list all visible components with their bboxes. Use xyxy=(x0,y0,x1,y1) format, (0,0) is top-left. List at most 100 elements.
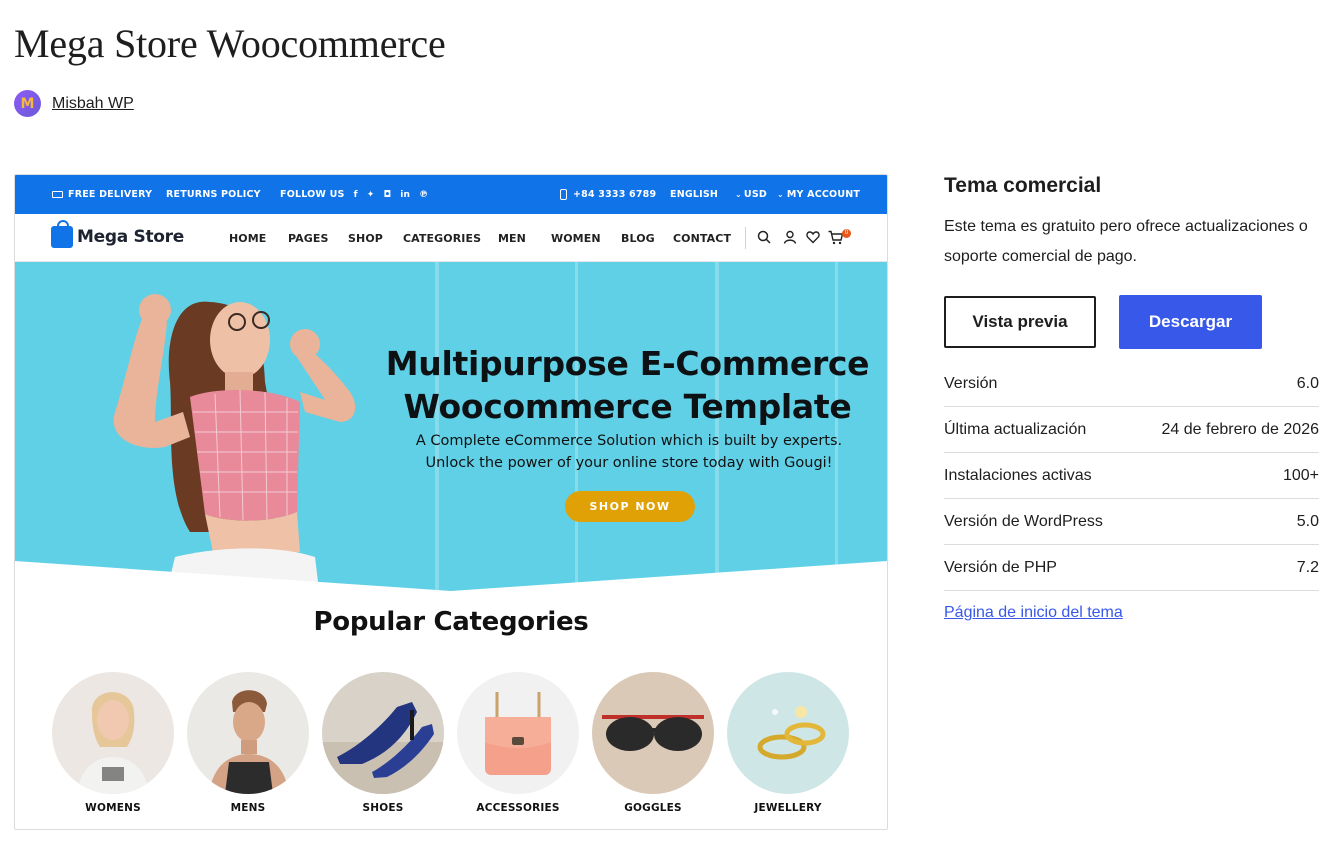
goggles-photo xyxy=(592,672,714,794)
meta-label: Última actualización xyxy=(944,420,1087,438)
demo-hero: Multipurpose E-Commerce Woocommerce Temp… xyxy=(15,262,887,598)
category-accessories: ACCESSORIES xyxy=(456,672,580,814)
truck-icon xyxy=(52,191,63,198)
commercial-theme-title: Tema comercial xyxy=(944,174,1102,197)
theme-title: Mega Store Woocommerce xyxy=(14,21,446,66)
hero-title: Multipurpose E-Commerce Woocommerce Temp… xyxy=(345,342,887,428)
category-shoes: SHOES xyxy=(321,672,445,814)
accessories-photo xyxy=(457,672,579,794)
preview-button[interactable]: Vista previa xyxy=(944,296,1096,348)
free-delivery-label: FREE DELIVERY xyxy=(68,189,153,200)
hero-subtitle-line2: Unlock the power of your online store to… xyxy=(425,455,833,471)
free-delivery: FREE DELIVERY xyxy=(52,189,152,200)
shoes-photo xyxy=(322,672,444,794)
popular-categories-title: Popular Categories xyxy=(313,607,589,637)
follow-us: FOLLOW US f ✦ ◘ in ℗ xyxy=(280,189,428,200)
meta-label: Versión de WordPress xyxy=(944,512,1103,530)
logo-text: Mega Store xyxy=(77,227,184,247)
author-row: M Misbah WP xyxy=(14,90,134,117)
demo-navbar: Mega Store HOME PAGES SHOP CATEGORIES ME… xyxy=(15,214,887,262)
cart-count-badge: 0 xyxy=(842,229,851,238)
category-mens: MENS xyxy=(186,672,310,814)
meta-row-last-updated: Última actualización 24 de febrero de 20… xyxy=(944,407,1319,453)
meta-label: Instalaciones activas xyxy=(944,466,1092,484)
nav-divider xyxy=(745,227,746,249)
user-icon xyxy=(783,230,797,244)
currency: ⌄ USD xyxy=(735,189,767,200)
facebook-icon: f xyxy=(353,189,358,200)
meta-row-version: Versión 6.0 xyxy=(944,361,1319,407)
instagram-icon: ◘ xyxy=(383,189,392,200)
meta-label: Versión de PHP xyxy=(944,558,1057,576)
nav-shop: SHOP xyxy=(348,232,383,245)
account: ⌄ MY ACCOUNT xyxy=(777,189,860,200)
category-goggles: GOGGLES xyxy=(591,672,715,814)
category-label: MENS xyxy=(230,802,266,814)
commercial-theme-description: Este tema es gratuito pero ofrece actual… xyxy=(944,218,1308,265)
nav-men: MEN xyxy=(498,232,526,245)
category-image xyxy=(592,672,714,794)
language: ENGLISH xyxy=(670,189,719,200)
shop-now-button: SHOP NOW xyxy=(565,491,695,522)
category-image xyxy=(52,672,174,794)
hero-subtitle: A Complete eCommerce Solution which is b… xyxy=(400,430,858,474)
meta-value: 6.0 xyxy=(1296,374,1319,392)
womens-photo xyxy=(52,672,174,794)
theme-screenshot: FREE DELIVERY RETURNS POLICY FOLLOW US f… xyxy=(14,174,888,830)
category-label: JEWELLERY xyxy=(754,802,822,814)
theme-info-panel: Tema comercial Este tema es gratuito per… xyxy=(944,174,1319,622)
category-label: GOGGLES xyxy=(624,802,682,814)
currency-label: USD xyxy=(743,189,767,200)
follow-us-label: FOLLOW US xyxy=(280,189,345,200)
theme-homepage-link[interactable]: Página de inicio del tema xyxy=(944,604,1319,622)
jewellery-photo xyxy=(727,672,849,794)
pinterest-icon: ℗ xyxy=(419,189,429,200)
author-link[interactable]: Misbah WP xyxy=(52,95,134,113)
category-image xyxy=(187,672,309,794)
meta-label: Versión xyxy=(944,374,998,392)
category-label: SHOES xyxy=(362,802,404,814)
chevron-down-icon: ⌄ xyxy=(777,190,784,199)
hero-title-line2: Woocommerce Template xyxy=(403,387,852,426)
shopping-bag-icon xyxy=(51,220,73,248)
meta-row-php-version: Versión de PHP 7.2 xyxy=(944,545,1319,591)
category-jewellery: JEWELLERY xyxy=(726,672,850,814)
phone: +84 3333 6789 xyxy=(560,189,656,200)
meta-value: 7.2 xyxy=(1296,558,1319,576)
category-label: ACCESSORIES xyxy=(476,802,560,814)
meta-value: 100+ xyxy=(1282,466,1319,484)
hero-subtitle-line1: A Complete eCommerce Solution which is b… xyxy=(415,433,843,449)
meta-row-wordpress-version: Versión de WordPress 5.0 xyxy=(944,499,1319,545)
heart-icon xyxy=(806,231,820,244)
linkedin-icon: in xyxy=(400,189,411,200)
category-image xyxy=(457,672,579,794)
nav-pages: PAGES xyxy=(288,232,329,245)
author-avatar[interactable]: M xyxy=(14,90,41,117)
demo-logo: Mega Store xyxy=(51,220,184,248)
nav-blog: BLOG xyxy=(621,232,655,245)
phone-icon xyxy=(560,189,567,200)
theme-meta-table: Versión 6.0 Última actualización 24 de f… xyxy=(944,361,1319,591)
demo-topbar: FREE DELIVERY RETURNS POLICY FOLLOW US f… xyxy=(15,175,887,214)
chevron-down-icon: ⌄ xyxy=(735,190,742,199)
category-image xyxy=(322,672,444,794)
account-label: MY ACCOUNT xyxy=(786,189,861,200)
meta-value: 5.0 xyxy=(1296,512,1319,530)
category-image xyxy=(727,672,849,794)
meta-value: 24 de febrero de 2026 xyxy=(1161,420,1319,438)
twitter-icon: ✦ xyxy=(366,189,375,200)
download-button[interactable]: Descargar xyxy=(1119,295,1262,349)
category-label: WOMENS xyxy=(85,802,141,814)
meta-row-active-installs: Instalaciones activas 100+ xyxy=(944,453,1319,499)
action-buttons: Vista previa Descargar xyxy=(944,295,1319,349)
category-womens: WOMENS xyxy=(51,672,175,814)
nav-women: WOMEN xyxy=(551,232,601,245)
search-icon xyxy=(757,230,771,244)
nav-categories: CATEGORIES xyxy=(403,232,482,245)
phone-label: +84 3333 6789 xyxy=(573,189,657,200)
hero-title-line1: Multipurpose E-Commerce xyxy=(385,344,870,383)
mens-photo xyxy=(187,672,309,794)
nav-contact: CONTACT xyxy=(673,232,732,245)
nav-home: HOME xyxy=(229,232,267,245)
returns-policy: RETURNS POLICY xyxy=(166,189,261,200)
